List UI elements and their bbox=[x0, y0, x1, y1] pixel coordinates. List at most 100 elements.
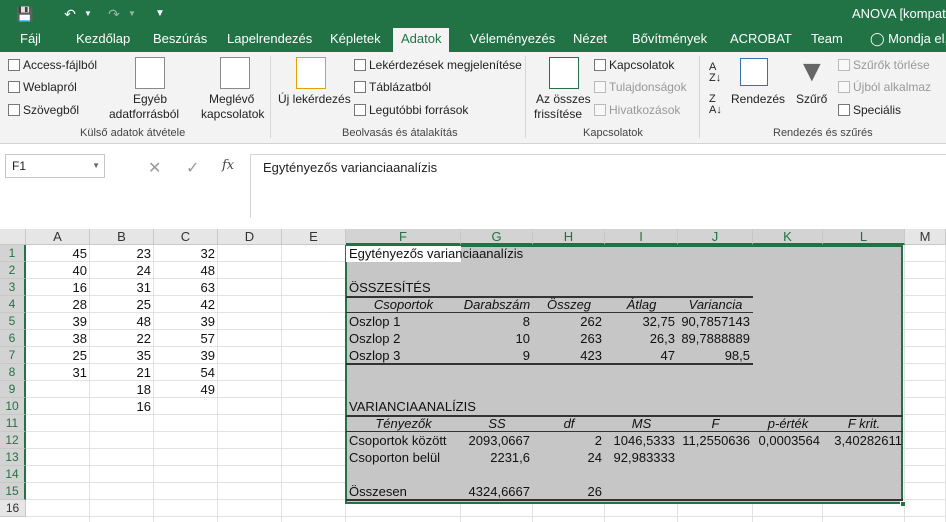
insert-function-icon[interactable]: fx bbox=[222, 158, 234, 173]
column-header-i[interactable]: I bbox=[605, 229, 678, 245]
other-sources-label-2[interactable]: adatforrásból bbox=[109, 107, 179, 121]
tab-home[interactable]: Kezdőlap bbox=[76, 28, 130, 52]
refresh-all-label-2[interactable]: frissítése bbox=[534, 107, 582, 121]
edit-links-button[interactable]: Hivatkozások bbox=[594, 103, 680, 117]
row-header-5[interactable]: 5 bbox=[0, 313, 26, 330]
tab-acrobat[interactable]: ACROBAT bbox=[730, 28, 792, 52]
name-box[interactable]: F1 ▼ bbox=[5, 154, 105, 178]
row-header-11[interactable]: 11 bbox=[0, 415, 26, 432]
column-header-e[interactable]: E bbox=[282, 229, 346, 245]
clear-filter-button[interactable]: Szűrők törlése bbox=[838, 58, 930, 72]
column-header-m[interactable]: M bbox=[905, 229, 946, 245]
undo-icon[interactable]: ↶ bbox=[58, 4, 82, 24]
fill-handle[interactable] bbox=[900, 501, 906, 507]
refresh-all-label[interactable]: Az összes bbox=[536, 92, 591, 106]
other-sources-icon[interactable] bbox=[135, 57, 165, 89]
recent-sources-button[interactable]: Legutóbbi források bbox=[354, 103, 468, 117]
row-header-12[interactable]: 12 bbox=[0, 432, 26, 449]
from-access-button[interactable]: Access-fájlból bbox=[8, 58, 97, 72]
tab-team[interactable]: Team bbox=[811, 28, 843, 52]
row-header-14[interactable]: 14 bbox=[0, 466, 26, 483]
connections-button[interactable]: Kapcsolatok bbox=[594, 58, 674, 72]
cell-b4: 25 bbox=[136, 297, 151, 312]
web-icon bbox=[8, 81, 20, 93]
column-header-b[interactable]: B bbox=[90, 229, 154, 245]
sort-za-icon[interactable]: Z A↓ bbox=[709, 94, 722, 116]
enter-icon[interactable]: ✓ bbox=[186, 158, 199, 178]
tab-insert[interactable]: Beszúrás bbox=[153, 28, 207, 52]
row-header-9[interactable]: 9 bbox=[0, 381, 26, 398]
cancel-icon[interactable]: ✕ bbox=[148, 158, 161, 178]
undo-dropdown-icon[interactable]: ▼ bbox=[84, 4, 92, 24]
from-text-button[interactable]: Szövegből bbox=[8, 103, 79, 117]
row-header-13[interactable]: 13 bbox=[0, 449, 26, 466]
row-header-16[interactable]: 16 bbox=[0, 500, 26, 517]
new-query-icon[interactable] bbox=[296, 57, 326, 89]
row-header-7[interactable]: 7 bbox=[0, 347, 26, 364]
cell-c6: 57 bbox=[200, 331, 215, 346]
row-header-3[interactable]: 3 bbox=[0, 279, 26, 296]
advanced-filter-button[interactable]: Speciális bbox=[838, 103, 901, 117]
customize-qat-icon[interactable]: ▼ bbox=[154, 4, 166, 24]
sort-az-icon[interactable]: A Z↓ bbox=[709, 62, 721, 84]
column-header-k[interactable]: K bbox=[753, 229, 823, 245]
column-header-d[interactable]: D bbox=[218, 229, 282, 245]
cell-g4: Darabszám bbox=[463, 297, 531, 312]
redo-dropdown-icon[interactable]: ▼ bbox=[128, 4, 136, 24]
cell-c9: 49 bbox=[200, 382, 215, 397]
row-header-2[interactable]: 2 bbox=[0, 262, 26, 279]
row-header-10[interactable]: 10 bbox=[0, 398, 26, 415]
existing-connections-icon[interactable] bbox=[220, 57, 250, 89]
cell-g5: 8 bbox=[522, 314, 530, 329]
column-header-a[interactable]: A bbox=[26, 229, 90, 245]
refresh-all-icon[interactable] bbox=[549, 57, 579, 89]
tab-view[interactable]: Nézet bbox=[573, 28, 607, 52]
select-all-corner[interactable] bbox=[0, 229, 26, 245]
from-table-button[interactable]: Táblázatból bbox=[354, 80, 431, 94]
chevron-down-icon[interactable]: ▼ bbox=[92, 155, 100, 177]
column-header-g[interactable]: G bbox=[461, 229, 533, 245]
row-header-15[interactable]: 15 bbox=[0, 483, 26, 500]
column-header-f[interactable]: F bbox=[346, 229, 461, 245]
row-header-1[interactable]: 1 bbox=[0, 245, 26, 262]
tab-data[interactable]: Adatok bbox=[393, 28, 450, 52]
filter-button[interactable]: Szűrő bbox=[796, 92, 827, 106]
other-sources-label[interactable]: Egyéb bbox=[133, 92, 167, 106]
column-header-j[interactable]: J bbox=[678, 229, 753, 245]
reapply-button[interactable]: Újból alkalmaz bbox=[838, 80, 931, 94]
cell-h4: Összeg bbox=[546, 297, 592, 312]
cell-a8: 31 bbox=[72, 365, 87, 380]
save-icon[interactable]: 💾 bbox=[14, 4, 36, 24]
cell-b2: 24 bbox=[136, 263, 151, 278]
cell-f4: Csoportok bbox=[373, 297, 434, 312]
column-header-c[interactable]: C bbox=[154, 229, 218, 245]
existing-connections-label-2[interactable]: kapcsolatok bbox=[201, 107, 264, 121]
from-web-button[interactable]: Weblapról bbox=[8, 80, 77, 94]
cell-i5: 32,75 bbox=[642, 314, 675, 329]
sort-button[interactable]: Rendezés bbox=[731, 92, 785, 106]
title-bar: 💾 ↶ ▼ ↷ ▼ ▼ ANOVA [kompati bbox=[0, 0, 946, 28]
tab-formulas[interactable]: Képletek bbox=[330, 28, 381, 52]
redo-icon[interactable]: ↷ bbox=[104, 4, 124, 24]
tab-file[interactable]: Fájl bbox=[20, 28, 41, 52]
row-header-8[interactable]: 8 bbox=[0, 364, 26, 381]
column-header-l[interactable]: L bbox=[823, 229, 905, 245]
existing-connections-label[interactable]: Meglévő bbox=[209, 92, 254, 106]
sort-dialog-icon[interactable] bbox=[740, 58, 768, 86]
tab-page-layout[interactable]: Lapelrendezés bbox=[227, 28, 312, 52]
new-query-button[interactable]: Új lekérdezés bbox=[278, 92, 351, 106]
cell-i11: MS bbox=[631, 416, 652, 431]
tell-me-box[interactable]: ◯ Mondja el, bbox=[870, 28, 946, 52]
column-header-h[interactable]: H bbox=[533, 229, 605, 245]
formula-input[interactable]: Egytényezős varianciaanalízis bbox=[250, 154, 946, 218]
gridline bbox=[281, 245, 282, 522]
filter-funnel-icon[interactable]: ▼ bbox=[797, 56, 827, 88]
row-header-4[interactable]: 4 bbox=[0, 296, 26, 313]
worksheet-grid[interactable]: A B C D E F G H I J K L M 1 2 3 4 5 6 7 8 9 10 11 12 13 14 15 16 45 40… bbox=[0, 229, 946, 522]
tab-addins[interactable]: Bővítmények bbox=[632, 28, 707, 52]
tab-review[interactable]: Véleményezés bbox=[470, 28, 555, 52]
properties-button[interactable]: Tulajdonságok bbox=[594, 80, 687, 94]
row-header-6[interactable]: 6 bbox=[0, 330, 26, 347]
properties-icon bbox=[594, 81, 606, 93]
show-queries-button[interactable]: Lekérdezések megjelenítése bbox=[354, 58, 522, 72]
